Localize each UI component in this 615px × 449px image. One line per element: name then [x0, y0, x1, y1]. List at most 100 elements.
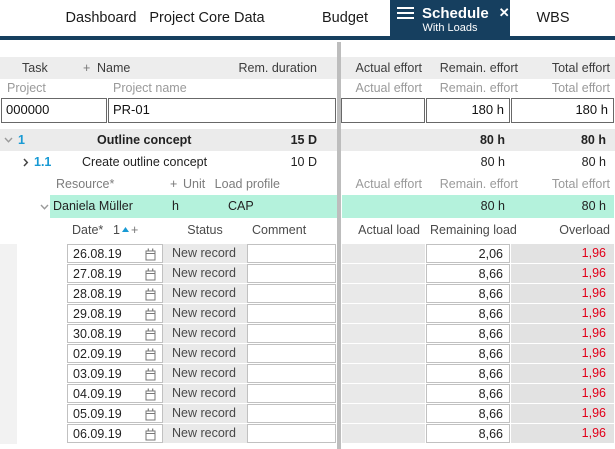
date-cell[interactable]: 28.08.19 [67, 284, 163, 303]
status-cell[interactable]: New record [163, 284, 247, 303]
calendar-icon[interactable] [145, 368, 156, 381]
col-total-effort[interactable]: Total effort [511, 57, 610, 79]
comment-cell[interactable] [247, 284, 336, 303]
date-cell[interactable]: 30.08.19 [67, 324, 163, 343]
add-column-button[interactable]: + [83, 57, 90, 79]
project-remain-effort-field[interactable]: 180 h [426, 98, 510, 123]
collapse-chevron-icon[interactable] [40, 204, 49, 210]
calendar-icon[interactable] [145, 428, 156, 441]
calendar-icon[interactable] [145, 408, 156, 421]
tab-schedule-active[interactable]: Schedule ✕ With Loads [390, 0, 510, 40]
col-status[interactable]: Status [163, 218, 247, 242]
col-resource[interactable]: Resource* [56, 173, 114, 195]
col-task[interactable]: Task [22, 57, 48, 79]
status-cell[interactable]: New record [163, 264, 247, 283]
calendar-icon[interactable] [145, 248, 156, 261]
date-cell[interactable]: 26.08.19 [67, 244, 163, 263]
col-date[interactable]: Date* [72, 218, 103, 242]
actual-load-cell[interactable] [342, 424, 425, 443]
col-name[interactable]: Name [97, 57, 130, 79]
date-cell[interactable]: 05.09.19 [67, 404, 163, 423]
add-column-button[interactable]: + [170, 173, 177, 195]
tab-project-core-data[interactable]: Project Core Data [149, 0, 264, 36]
task-row-1-1[interactable]: 1.1 Create outline concept 10 D 80 h 80 … [0, 151, 615, 173]
col-load-profile[interactable]: Load profile [200, 173, 280, 195]
tab-dashboard[interactable]: Dashboard [66, 0, 137, 36]
task-row-1[interactable]: 1 Outline concept 15 D 80 h 80 h [0, 129, 615, 151]
col-rem-duration[interactable]: Rem. duration [200, 57, 317, 79]
comment-cell[interactable] [247, 424, 336, 443]
project-total-effort-field[interactable]: 180 h [511, 98, 614, 123]
col-comment[interactable]: Comment [252, 218, 306, 242]
col-remaining-load[interactable]: Remaining load [430, 218, 517, 242]
remaining-load-cell[interactable]: 8,66 [426, 424, 510, 443]
status-cell[interactable]: New record [163, 364, 247, 383]
col-actual-effort[interactable]: Actual effort [342, 57, 422, 79]
comment-cell[interactable] [247, 264, 336, 283]
date-cell[interactable]: 27.08.19 [67, 264, 163, 283]
remaining-load-cell[interactable]: 8,66 [426, 264, 510, 283]
col-remain-effort[interactable]: Remain. effort [426, 57, 518, 79]
remaining-load-cell[interactable]: 2,06 [426, 244, 510, 263]
date-cell[interactable]: 02.09.19 [67, 344, 163, 363]
status-cell[interactable]: New record [163, 344, 247, 363]
tab-schedule-label: Schedule [422, 4, 489, 22]
calendar-icon[interactable] [145, 328, 156, 341]
actual-load-cell[interactable] [342, 264, 425, 283]
date-cell[interactable]: 03.09.19 [67, 364, 163, 383]
collapse-chevron-icon[interactable] [4, 137, 13, 143]
remaining-load-cell[interactable]: 8,66 [426, 324, 510, 343]
comment-cell[interactable] [247, 324, 336, 343]
resource-row-selected[interactable]: Daniela Müller h CAP 80 h 80 h [0, 195, 615, 218]
date-cell[interactable]: 06.09.19 [67, 424, 163, 443]
comment-cell[interactable] [247, 364, 336, 383]
comment-cell[interactable] [247, 304, 336, 323]
status-cell[interactable]: New record [163, 304, 247, 323]
calendar-icon[interactable] [145, 348, 156, 361]
actual-load-cell[interactable] [342, 244, 425, 263]
project-name-field[interactable]: PR-01 [108, 98, 336, 123]
col-actual-load[interactable]: Actual load [342, 218, 420, 242]
tab-wbs[interactable]: WBS [536, 0, 569, 36]
pane-divider[interactable] [337, 42, 341, 449]
comment-cell[interactable] [247, 244, 336, 263]
close-tab-icon[interactable]: ✕ [499, 5, 510, 21]
actual-load-cell[interactable] [342, 364, 425, 383]
resource-name: Daniela Müller [53, 199, 133, 213]
status-cell[interactable]: New record [163, 424, 247, 443]
remaining-load-cell[interactable]: 8,66 [426, 344, 510, 363]
status-cell[interactable]: New record [163, 324, 247, 343]
col-overload[interactable]: Overload [511, 218, 610, 242]
sort-indicator[interactable]: 1 [113, 218, 131, 242]
remaining-load-cell[interactable]: 8,66 [426, 404, 510, 423]
actual-load-cell[interactable] [342, 284, 425, 303]
actual-load-cell[interactable] [342, 404, 425, 423]
add-row-button[interactable]: + [131, 218, 138, 242]
actual-load-cell[interactable] [342, 304, 425, 323]
remaining-load-cell[interactable]: 8,66 [426, 304, 510, 323]
actual-load-cell[interactable] [342, 384, 425, 403]
project-actual-effort-field[interactable] [341, 98, 425, 123]
project-id-field[interactable]: 000000 [1, 98, 107, 123]
actual-load-cell[interactable] [342, 344, 425, 363]
actual-load-cell[interactable] [342, 324, 425, 343]
calendar-icon[interactable] [145, 268, 156, 281]
calendar-icon[interactable] [145, 388, 156, 401]
expand-chevron-icon[interactable] [23, 158, 29, 167]
date-cell[interactable]: 29.08.19 [67, 304, 163, 323]
calendar-icon[interactable] [145, 288, 156, 301]
comment-cell[interactable] [247, 404, 336, 423]
date-cell[interactable]: 04.09.19 [67, 384, 163, 403]
remaining-load-cell[interactable]: 8,66 [426, 284, 510, 303]
calendar-icon[interactable] [145, 308, 156, 321]
status-cell[interactable]: New record [163, 384, 247, 403]
comment-cell[interactable] [247, 384, 336, 403]
status-cell[interactable]: New record [163, 404, 247, 423]
remaining-load-cell[interactable]: 8,66 [426, 384, 510, 403]
status-cell[interactable]: New record [163, 244, 247, 263]
hamburger-menu-icon[interactable] [397, 4, 414, 22]
load-row: 28.08.19 New record 8,66 1,96 [0, 284, 615, 304]
comment-cell[interactable] [247, 344, 336, 363]
tab-budget[interactable]: Budget [322, 0, 368, 36]
remaining-load-cell[interactable]: 8,66 [426, 364, 510, 383]
